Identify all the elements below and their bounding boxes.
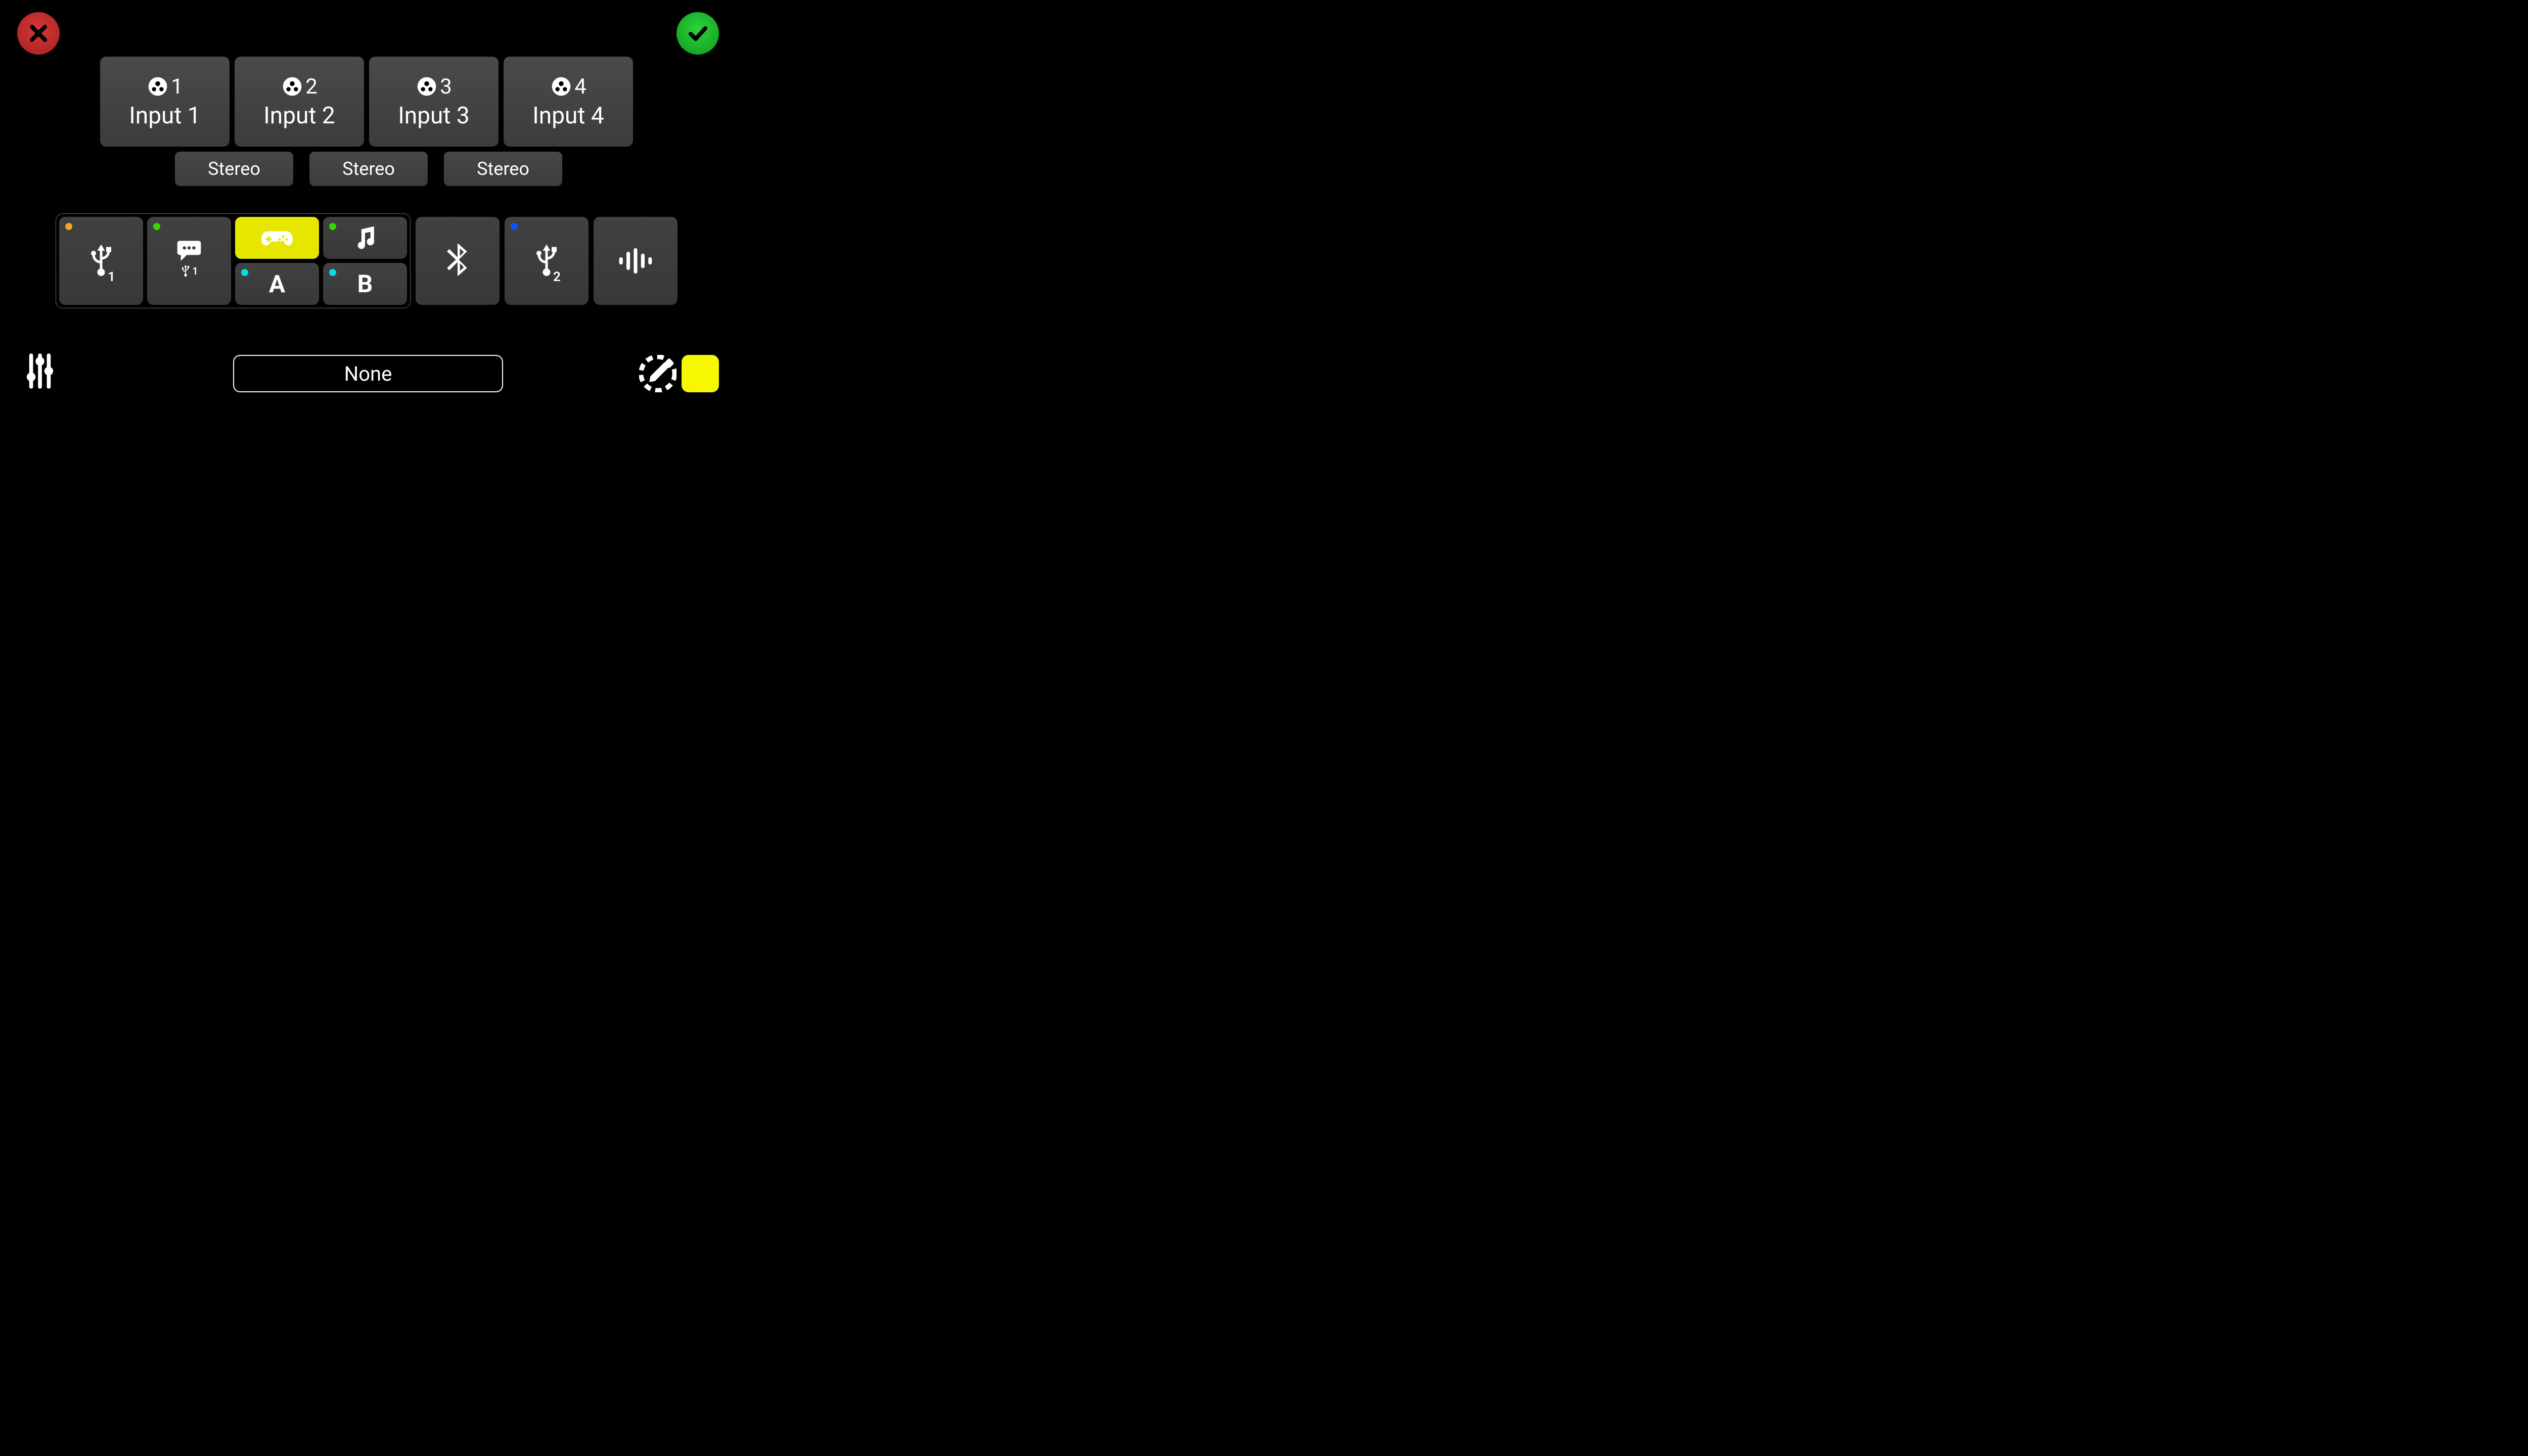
source-virtual-b[interactable]: B (323, 263, 407, 305)
color-swatch[interactable] (682, 355, 719, 392)
source-bluetooth[interactable] (416, 217, 500, 305)
status-dot (241, 269, 248, 276)
chat-bubble-icon (175, 236, 203, 264)
stereo-button-3-4[interactable]: Stereo (444, 152, 562, 186)
mixer-button[interactable] (25, 351, 55, 393)
source-sounds[interactable] (594, 217, 678, 305)
eyedropper-icon[interactable] (639, 355, 676, 392)
usb-subscript: 2 (553, 269, 561, 285)
game-a-column: A (235, 217, 319, 305)
chat-source-sub: 1 (180, 263, 198, 279)
input-card-header: 3 (416, 74, 452, 99)
stereo-label: Stereo (208, 158, 260, 179)
status-dot (329, 223, 336, 230)
bluetooth-icon (443, 240, 472, 282)
xlr-combo-icon (147, 75, 169, 98)
usb-subscript: 1 (108, 269, 115, 285)
input-card-2[interactable]: 2 Input 2 (235, 57, 364, 147)
color-none-button[interactable]: None (233, 355, 503, 392)
stereo-button-2-3[interactable]: Stereo (309, 152, 428, 186)
input-card-4[interactable]: 4 Input 4 (504, 57, 633, 147)
close-icon (27, 22, 50, 44)
source-music[interactable] (323, 217, 407, 259)
sliders-icon (25, 351, 55, 391)
status-dot (153, 223, 160, 230)
status-dot (511, 223, 518, 230)
input-label: Input 4 (532, 102, 604, 129)
usb-icon (180, 263, 191, 279)
virtual-b-label: B (357, 269, 373, 298)
xlr-combo-icon (416, 75, 438, 98)
check-icon (686, 21, 710, 46)
stereo-label: Stereo (477, 158, 529, 179)
input-card-header: 2 (281, 74, 318, 99)
input-number: 1 (171, 74, 183, 99)
status-dot (65, 223, 72, 230)
input-card-header: 1 (147, 74, 183, 99)
input-number: 2 (305, 74, 318, 99)
confirm-button[interactable] (676, 12, 719, 55)
input-label: Input 2 (263, 102, 335, 129)
input-label: Input 3 (398, 102, 469, 129)
none-label: None (344, 362, 392, 386)
input-number: 3 (440, 74, 452, 99)
xlr-combo-icon (281, 75, 303, 98)
virtual-a-label: A (269, 269, 285, 298)
stereo-label: Stereo (342, 158, 395, 179)
source-virtual-a[interactable]: A (235, 263, 319, 305)
stereo-button-1-2[interactable]: Stereo (175, 152, 293, 186)
input-card-3[interactable]: 3 Input 3 (369, 57, 499, 147)
music-note-icon (354, 225, 376, 251)
input-number: 4 (574, 74, 586, 99)
usb-subscript: 1 (192, 265, 198, 277)
usb1-source-group: 1 1 A (56, 213, 411, 308)
source-usb2[interactable]: 2 (505, 217, 589, 305)
sources-row: 1 1 A (56, 213, 678, 308)
source-game[interactable] (235, 217, 319, 259)
input-label: Input 1 (129, 102, 200, 129)
inputs-row: 1 Input 1 2 Input 2 3 Input 3 4 Input 4 (100, 57, 633, 147)
music-b-column: B (323, 217, 407, 305)
color-picker-area (639, 355, 719, 392)
soundwave-icon (617, 247, 654, 275)
xlr-combo-icon (550, 75, 572, 98)
input-card-1[interactable]: 1 Input 1 (100, 57, 230, 147)
status-dot (329, 269, 336, 276)
stereo-row: Stereo Stereo Stereo (175, 152, 562, 186)
close-button[interactable] (17, 12, 60, 55)
gamepad-icon (261, 227, 293, 249)
source-usb1[interactable]: 1 (59, 217, 143, 305)
source-chat[interactable]: 1 (147, 217, 231, 305)
input-card-header: 4 (550, 74, 586, 99)
